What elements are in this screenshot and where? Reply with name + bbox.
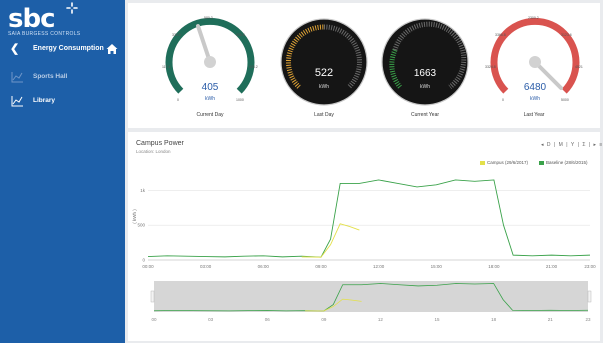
x-tick-label: 23:00	[584, 264, 596, 269]
gauge-tick: 933.2	[249, 65, 258, 69]
x-tick-label: 09:00	[315, 264, 327, 269]
logo-star-icon	[66, 2, 78, 14]
prev-period-button[interactable]: ◂	[541, 142, 544, 148]
gauge-tick: 2300.2	[528, 16, 539, 20]
gauge-tick: 117.4	[162, 65, 171, 69]
navigator-tick-label: 15	[435, 317, 441, 322]
gauge-label: Last Year	[523, 112, 545, 118]
gauge-label: Current Day	[196, 112, 224, 118]
gauge-tick: 3366.8	[495, 33, 506, 37]
gauge-unit: kWh	[420, 84, 430, 90]
chart-subtitle: Location: London	[136, 149, 171, 154]
y-axis-label: ( kWh )	[132, 209, 137, 224]
gauge-tick: 806.8	[236, 33, 245, 37]
navigator-selection	[154, 281, 588, 312]
gauge-tick: 4521	[575, 65, 583, 69]
gauge-tick: 333.0	[172, 33, 181, 37]
series-line-baseline	[147, 179, 591, 258]
x-tick-label: 12:00	[373, 264, 385, 269]
back-icon[interactable]: ❮	[10, 42, 19, 55]
gauge-tick: 0	[177, 98, 179, 102]
gauge-tick: 3123.6	[561, 33, 572, 37]
menu-icon[interactable]: ≡	[599, 142, 602, 148]
x-tick-label: 03:00	[200, 264, 212, 269]
navigator-handle-left	[150, 290, 155, 303]
gauge-current-day: 405 kWh 0 117.4 333.0 580.3 806.8 933.2 …	[162, 16, 258, 102]
x-tick-label: 00:00	[142, 264, 154, 269]
navigator-tick-label: 00	[151, 317, 157, 322]
sum-button[interactable]: Σ	[582, 142, 585, 148]
navigator-chart[interactable]: 00 03 06 09 12 15 18 21 23	[128, 275, 600, 329]
company-name: SAIA BURGESS CONTROLS	[8, 31, 81, 37]
gauge-current-year: 1663 kWh	[381, 18, 469, 106]
navigator-tick-label: 18	[491, 317, 497, 322]
series-line-campus	[301, 223, 360, 258]
separator: |	[553, 142, 556, 148]
gauge-tick: 3324.8	[485, 65, 496, 69]
gauge-last-year: 6480 kWh 0 3324.8 3366.8 2300.2 3123.6 4…	[485, 16, 583, 102]
sidebar-item-label: Sports Hall	[33, 73, 68, 80]
navigator-tick-label: 21	[548, 317, 554, 322]
navigator-handle-right	[587, 290, 592, 303]
gauge-value: 6480	[524, 82, 547, 93]
gauge-label: Last Day	[314, 112, 334, 118]
month-button[interactable]: M	[559, 142, 563, 148]
y-tick-label: 1k	[140, 188, 146, 193]
gauge-label: Current Year	[410, 112, 440, 118]
nav-header: ❮ Energy Consumption	[0, 42, 125, 60]
sidebar-item-sports-hall[interactable]: Sports Hall	[0, 69, 125, 87]
home-icon[interactable]	[106, 43, 118, 55]
gauge-tick: 580.3	[204, 16, 213, 20]
x-tick-label: 21:00	[546, 264, 558, 269]
gauge-hub	[529, 56, 541, 68]
gauge-tick: 0	[502, 98, 504, 102]
gauge-tick: 5000	[561, 98, 569, 102]
gauge-value: 522	[315, 67, 333, 79]
nav-title: Energy Consumption	[33, 45, 104, 52]
navigator-tick-label: 23	[585, 317, 591, 322]
separator: |	[577, 142, 579, 148]
gauge-tick: 1000	[236, 98, 244, 102]
gauge-hub	[204, 56, 216, 68]
x-tick-label: 15:00	[431, 264, 443, 269]
gauge-unit: kWh	[205, 96, 215, 102]
separator: |	[588, 142, 591, 148]
gauge-last-day: 522 kWh	[280, 18, 368, 106]
navigator-tick-label: 03	[208, 317, 214, 322]
navigator-tick-label: 06	[265, 317, 271, 322]
sidebar-item-label: Library	[33, 97, 56, 104]
gauge-unit: kWh	[530, 96, 540, 102]
chart-title: Campus Power	[136, 140, 184, 147]
year-button[interactable]: Y	[571, 142, 574, 148]
navigator-tick-label: 12	[378, 317, 384, 322]
x-tick-label: 18:00	[488, 264, 500, 269]
day-button[interactable]: D	[547, 142, 551, 148]
gauge-value: 405	[202, 82, 219, 93]
chart-controls: ◂ D | M | Y | Σ | ▸ ≡	[540, 142, 603, 148]
gauge-value: 1663	[414, 68, 437, 79]
main-chart[interactable]: 0 500 1k ( kWh ) 00:00 03:00 06:00 09:00 12:00 15…	[128, 165, 600, 275]
sidebar-item-library[interactable]: Library	[0, 93, 125, 111]
separator: |	[566, 142, 568, 148]
x-tick-label: 06:00	[258, 264, 270, 269]
y-tick-label: 500	[137, 223, 145, 228]
next-period-button[interactable]: ▸	[594, 142, 597, 148]
navigator-tick-label: 09	[321, 317, 327, 322]
line-chart-icon	[11, 96, 23, 107]
y-tick-label: 0	[142, 258, 145, 263]
line-chart-icon	[11, 72, 23, 83]
sidebar: sbc SAIA BURGESS CONTROLS ❮ Energy Consu…	[0, 0, 125, 343]
gauge-unit: kWh	[319, 84, 329, 90]
